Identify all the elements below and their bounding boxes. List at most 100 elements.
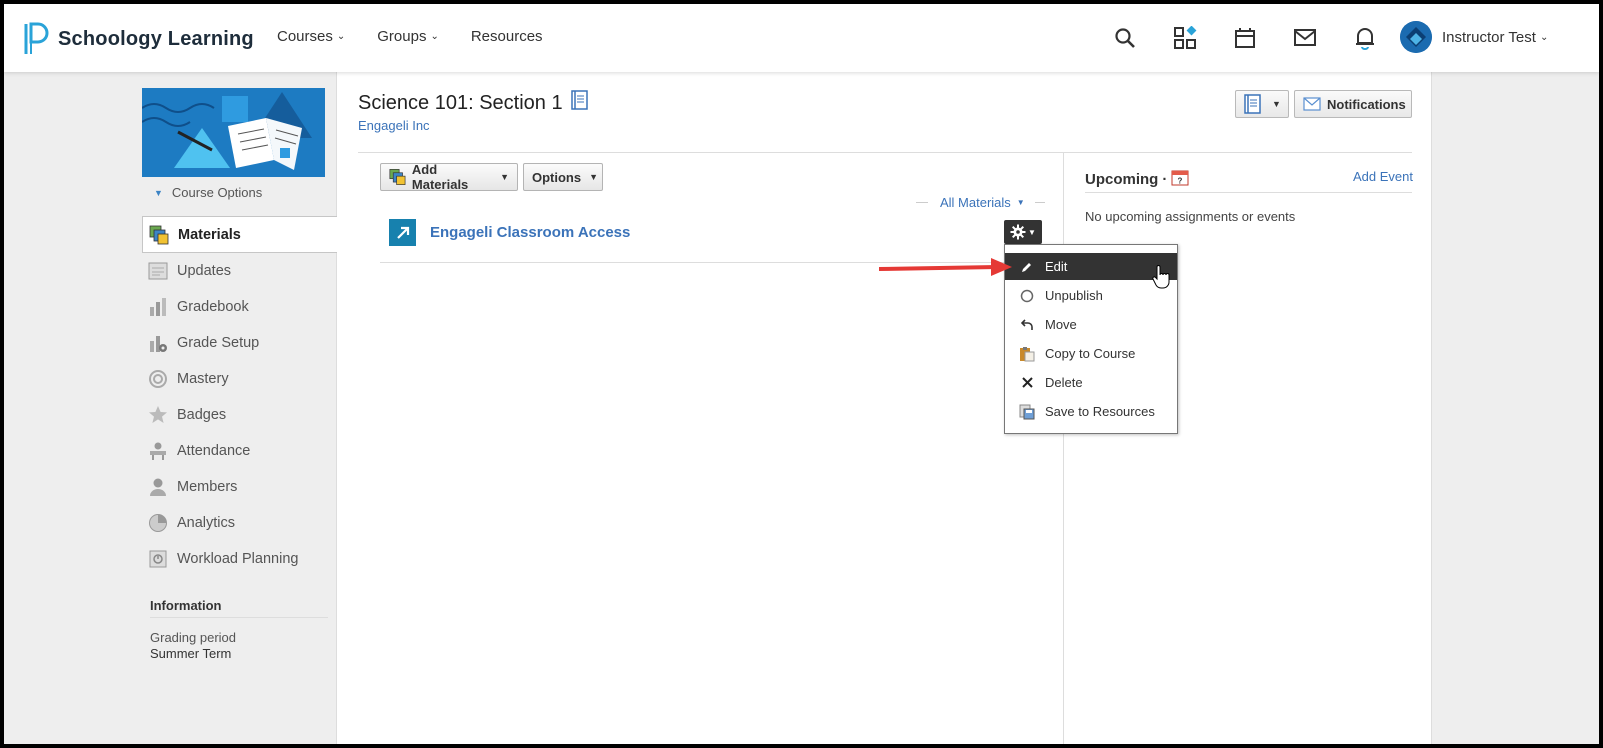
materials-filter[interactable]: All Materials ▼ <box>916 195 1045 210</box>
page-title: Science 101: Section 1 <box>358 90 589 116</box>
svg-text:?: ? <box>1178 177 1183 186</box>
save-resources-icon <box>1019 404 1035 420</box>
user-menu[interactable]: Instructor Test ⌄ <box>1400 21 1548 53</box>
add-materials-button[interactable]: Add Materials ▼ <box>380 162 518 192</box>
move-arrow-icon <box>1019 317 1035 333</box>
course-options-label: Course Options <box>171 185 263 200</box>
user-name: Instructor Test <box>1442 28 1536 46</box>
menu-item-save-to-resources[interactable]: Save to Resources <box>1005 398 1177 425</box>
add-event-link[interactable]: Add Event <box>1353 169 1413 184</box>
app-name: Schoology Learning <box>58 27 254 50</box>
divider <box>358 152 1412 153</box>
menu-item-label: Save to Resources <box>1045 404 1155 419</box>
sidebar-item-grade-setup[interactable]: Grade Setup <box>142 325 337 361</box>
sidebar-menu: Materials Updates Gradebook Grade Setup <box>142 216 337 577</box>
nav-resources[interactable]: Resources <box>471 28 543 45</box>
course-view-menu-button[interactable]: ▼ <box>1235 90 1289 118</box>
list-item: Engageli Classroom Access <box>380 212 1042 263</box>
course-information: Information Grading period Summer Term <box>150 598 328 661</box>
caret-down-icon: ▼ <box>1028 227 1036 237</box>
sidebar-item-mastery[interactable]: Mastery <box>142 361 337 397</box>
sidebar-item-analytics[interactable]: Analytics <box>142 505 337 541</box>
sidebar-item-members[interactable]: Members <box>142 469 337 505</box>
sidebar-item-attendance[interactable]: Attendance <box>142 433 337 469</box>
upcoming-heading: Upcoming · ? <box>1085 168 1189 190</box>
nav-groups[interactable]: Groups ⌄ <box>377 28 439 45</box>
sidebar-item-label: Updates <box>177 263 232 279</box>
x-icon <box>1019 375 1035 391</box>
caret-down-icon: ▼ <box>589 172 599 182</box>
sidebar-item-label: Attendance <box>177 443 251 459</box>
nav-resources-label: Resources <box>470 28 543 45</box>
top-navigation-bar: Schoology Learning Courses ⌄ Groups ⌄ Re… <box>4 4 1599 72</box>
notifications-label: Notifications <box>1327 96 1406 112</box>
caret-down-icon: ▼ <box>154 187 163 198</box>
upcoming-title: Upcoming <box>1085 170 1159 188</box>
menu-item-delete[interactable]: Delete <box>1005 369 1177 396</box>
sidebar-item-badges[interactable]: Badges <box>142 397 337 433</box>
materials-filter-label: All Materials <box>940 195 1011 210</box>
caret-down-icon: ▼ <box>1016 198 1025 207</box>
members-icon <box>148 477 168 497</box>
nav-courses[interactable]: Courses ⌄ <box>277 28 345 45</box>
envelope-icon <box>1303 97 1321 111</box>
course-book-icon <box>1244 94 1261 114</box>
attendance-icon <box>148 441 168 461</box>
divider <box>1034 202 1045 203</box>
calendar-icon[interactable]: ? <box>1171 168 1189 190</box>
materials-icon <box>149 225 169 245</box>
main-nav: Courses ⌄ Groups ⌄ Resources <box>277 28 575 45</box>
column-divider <box>1063 153 1064 744</box>
caret-down-icon: ▼ <box>500 172 509 182</box>
options-button[interactable]: Options ▼ <box>523 163 603 191</box>
notifications-button[interactable]: Notifications <box>1294 90 1412 118</box>
pencil-icon <box>1019 259 1035 275</box>
materials-icon <box>389 169 406 185</box>
chevron-down-icon: ⌄ <box>336 31 346 42</box>
search-icon[interactable] <box>1111 24 1139 52</box>
menu-item-copy-to-course[interactable]: Copy to Course <box>1005 340 1177 367</box>
course-title: Science 101: Section 1 <box>358 91 563 114</box>
sidebar-item-label: Analytics <box>177 515 236 531</box>
sidebar-item-label: Members <box>177 479 238 495</box>
nav-icon-group <box>1079 24 1379 52</box>
gear-icon <box>1010 224 1026 240</box>
calendar-icon[interactable] <box>1231 24 1259 52</box>
nav-groups-label: Groups <box>377 28 427 45</box>
material-title-link[interactable]: Engageli Classroom Access <box>430 224 630 241</box>
add-materials-label: Add Materials <box>411 162 469 192</box>
course-options-toggle[interactable]: ▼ Course Options <box>154 185 262 200</box>
app-logo[interactable]: Schoology Learning <box>22 22 254 56</box>
sidebar-item-workload-planning[interactable]: Workload Planning <box>142 541 337 577</box>
separator-dot: · <box>1162 170 1168 188</box>
chevron-down-icon: ⌄ <box>1539 31 1549 43</box>
apps-grid-icon[interactable] <box>1171 24 1199 52</box>
app-window: Schoology Learning Courses ⌄ Groups ⌄ Re… <box>0 0 1603 748</box>
mastery-icon <box>148 369 168 389</box>
sidebar-item-updates[interactable]: Updates <box>142 253 337 289</box>
schoology-logo-icon <box>24 22 49 54</box>
annotation-arrow-icon <box>879 258 1012 276</box>
sidebar-item-materials[interactable]: Materials <box>142 216 337 253</box>
material-actions-button[interactable]: ▼ <box>1004 220 1042 244</box>
caret-down-icon: ▼ <box>1272 99 1281 109</box>
course-organization-link[interactable]: Engageli Inc <box>358 118 430 133</box>
updates-icon <box>148 261 168 281</box>
menu-item-move[interactable]: Move <box>1005 311 1177 338</box>
clipboard-icon <box>1019 346 1035 362</box>
information-heading: Information <box>150 598 328 618</box>
bell-icon[interactable] <box>1351 24 1379 52</box>
sidebar-item-gradebook[interactable]: Gradebook <box>142 289 337 325</box>
grade-setup-icon <box>148 333 168 353</box>
course-book-icon <box>569 90 589 116</box>
mail-icon[interactable] <box>1291 24 1319 52</box>
menu-item-label: Copy to Course <box>1045 346 1136 361</box>
menu-item-label: Unpublish <box>1045 288 1103 303</box>
sidebar-item-label: Gradebook <box>177 299 249 315</box>
analytics-icon <box>148 513 168 533</box>
sidebar-item-label: Materials <box>178 226 241 243</box>
chevron-down-icon: ⌄ <box>430 31 439 42</box>
circle-icon <box>1019 288 1035 304</box>
sidebar-item-label: Badges <box>177 407 227 423</box>
course-image <box>142 88 325 177</box>
